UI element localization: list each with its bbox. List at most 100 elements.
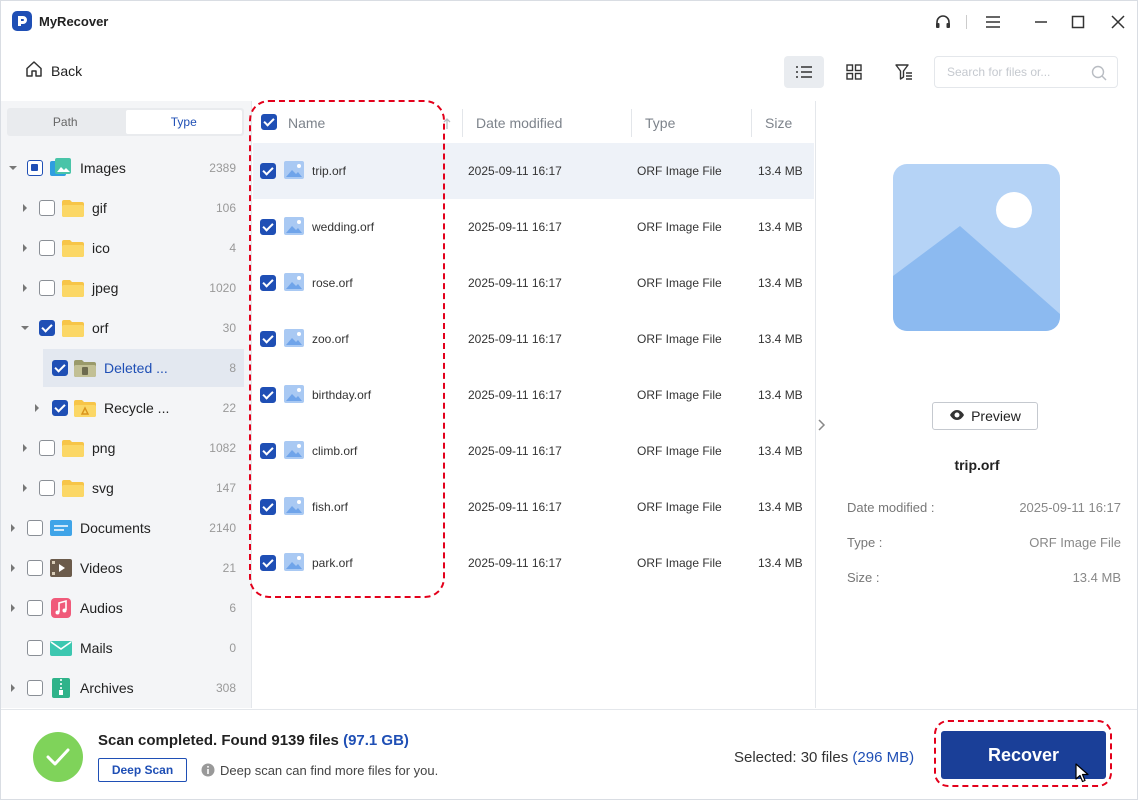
tree-item-gif[interactable]: gif 106 <box>1 189 244 227</box>
file-checkbox[interactable] <box>260 275 276 291</box>
tree-item-documents[interactable]: Documents 2140 <box>1 509 244 547</box>
tree-item-ico[interactable]: ico 4 <box>1 229 244 267</box>
tree-checkbox[interactable] <box>39 320 55 336</box>
deep-scan-button[interactable]: Deep Scan <box>98 758 187 782</box>
chevron-right-icon[interactable] <box>20 443 30 453</box>
column-divider <box>462 109 463 137</box>
collapse-chevron-icon[interactable] <box>816 418 826 432</box>
search-icon[interactable] <box>1091 65 1107 86</box>
file-name: zoo.orf <box>312 332 349 346</box>
tree-checkbox[interactable] <box>52 400 68 416</box>
chevron-down-icon[interactable] <box>20 323 30 333</box>
folder-icon <box>62 318 84 338</box>
file-checkbox[interactable] <box>260 443 276 459</box>
tree-checkbox[interactable] <box>39 240 55 256</box>
tree-checkbox[interactable] <box>27 680 43 696</box>
tree-label: Recycle ... <box>104 400 170 416</box>
minimize-icon[interactable] <box>1029 10 1053 34</box>
tree-item-deleted-files[interactable]: Deleted ... 8 <box>43 349 244 387</box>
tree-item-png[interactable]: png 1082 <box>1 429 244 467</box>
menu-icon[interactable] <box>981 10 1005 34</box>
file-checkbox[interactable] <box>260 219 276 235</box>
tree-label: Audios <box>80 600 123 616</box>
image-file-icon <box>284 161 304 179</box>
tree-item-jpeg[interactable]: jpeg 1020 <box>1 269 244 307</box>
sort-arrow-icon[interactable] <box>443 117 451 135</box>
images-icon <box>50 158 72 178</box>
tree-checkbox[interactable] <box>27 600 43 616</box>
tab-type[interactable]: Type <box>125 110 242 134</box>
filter-icon[interactable] <box>884 56 924 88</box>
file-size: 13.4 MB <box>758 220 803 234</box>
scan-summary-size: (97.1 GB) <box>343 732 409 749</box>
chevron-right-icon[interactable] <box>20 243 30 253</box>
file-type: ORF Image File <box>637 332 722 346</box>
file-row[interactable]: park.orf 2025-09-11 16:17 ORF Image File… <box>253 535 814 591</box>
tree-checkbox[interactable] <box>27 640 43 656</box>
column-header-size[interactable]: Size <box>765 115 792 131</box>
image-file-icon <box>284 273 304 291</box>
file-type: ORF Image File <box>637 164 722 178</box>
file-size: 13.4 MB <box>758 500 803 514</box>
tree-item-images[interactable]: Images 2389 <box>1 149 244 187</box>
file-row[interactable]: climb.orf 2025-09-11 16:17 ORF Image Fil… <box>253 423 814 479</box>
select-all-checkbox[interactable] <box>261 114 277 130</box>
image-file-icon <box>284 217 304 235</box>
item-count: 1082 <box>209 441 236 455</box>
file-checkbox[interactable] <box>260 555 276 571</box>
chevron-right-icon[interactable] <box>8 603 18 613</box>
tree-checkbox[interactable] <box>39 200 55 216</box>
file-row[interactable]: fish.orf 2025-09-11 16:17 ORF Image File… <box>253 479 814 535</box>
column-header-name[interactable]: Name <box>288 115 325 131</box>
column-header-type[interactable]: Type <box>645 115 675 131</box>
list-view-icon[interactable] <box>784 56 824 88</box>
support-headset-icon[interactable] <box>931 10 955 34</box>
chevron-down-icon[interactable] <box>8 163 18 173</box>
file-row[interactable]: birthday.orf 2025-09-11 16:17 ORF Image … <box>253 367 814 423</box>
chevron-right-icon[interactable] <box>32 403 42 413</box>
chevron-right-icon[interactable] <box>8 523 18 533</box>
tree-checkbox[interactable] <box>27 560 43 576</box>
search-input[interactable] <box>947 65 1087 79</box>
grid-view-icon[interactable] <box>834 56 874 88</box>
chevron-right-icon[interactable] <box>20 203 30 213</box>
tree-item-videos[interactable]: Videos 21 <box>1 549 244 587</box>
close-icon[interactable] <box>1106 10 1130 34</box>
file-checkbox[interactable] <box>260 163 276 179</box>
tree-item-orf[interactable]: orf 30 <box>1 309 244 347</box>
chevron-right-icon[interactable] <box>8 683 18 693</box>
chevron-right-icon[interactable] <box>8 563 18 573</box>
audios-icon <box>50 598 72 618</box>
preview-button[interactable]: Preview <box>932 402 1038 430</box>
tree-label: Archives <box>80 680 134 696</box>
item-count: 22 <box>222 401 236 415</box>
file-checkbox[interactable] <box>260 387 276 403</box>
chevron-right-icon[interactable] <box>20 283 30 293</box>
tree-checkbox[interactable] <box>39 480 55 496</box>
tab-path[interactable]: Path <box>7 108 124 136</box>
tree-item-archives[interactable]: Archives 308 <box>1 669 244 707</box>
tree-item-audios[interactable]: Audios 6 <box>1 589 244 627</box>
app-title: MyRecover <box>39 14 109 29</box>
tree-item-svg[interactable]: svg 147 <box>1 469 244 507</box>
file-checkbox[interactable] <box>260 499 276 515</box>
file-size: 13.4 MB <box>758 556 803 570</box>
tree-checkbox[interactable] <box>27 160 43 176</box>
preview-image-placeholder <box>893 164 1060 331</box>
back-button[interactable]: Back <box>25 60 82 81</box>
tree-item-mails[interactable]: Mails 0 <box>1 629 244 667</box>
file-checkbox[interactable] <box>260 331 276 347</box>
column-header-date[interactable]: Date modified <box>476 115 562 131</box>
file-row[interactable]: zoo.orf 2025-09-11 16:17 ORF Image File … <box>253 311 814 367</box>
tree-item-recycle[interactable]: Recycle ... 22 <box>1 389 244 427</box>
tree-checkbox[interactable] <box>39 440 55 456</box>
tree-checkbox[interactable] <box>39 280 55 296</box>
tree-checkbox[interactable] <box>52 360 68 376</box>
tree-checkbox[interactable] <box>27 520 43 536</box>
chevron-right-icon[interactable] <box>20 483 30 493</box>
file-name: park.orf <box>312 556 353 570</box>
maximize-icon[interactable] <box>1066 10 1090 34</box>
file-row[interactable]: rose.orf 2025-09-11 16:17 ORF Image File… <box>253 255 814 311</box>
file-row[interactable]: trip.orf 2025-09-11 16:17 ORF Image File… <box>253 143 814 199</box>
file-row[interactable]: wedding.orf 2025-09-11 16:17 ORF Image F… <box>253 199 814 255</box>
